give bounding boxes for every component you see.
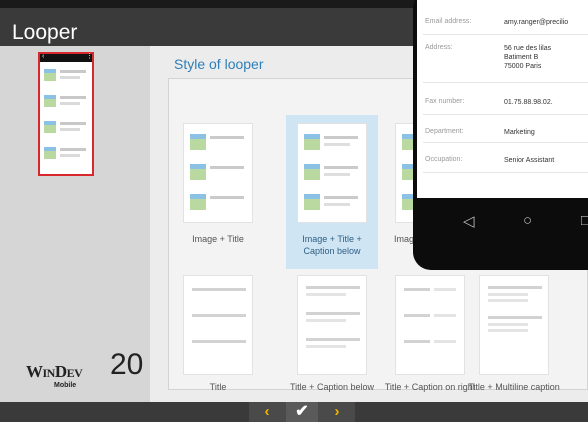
style-option-title-multiline-caption[interactable] [479, 275, 549, 375]
phone-mockup: Email address: amy.ranger@precilio Addre… [413, 0, 588, 270]
preview-row [44, 66, 88, 88]
preview-row [44, 92, 88, 114]
image-placeholder-icon [44, 147, 56, 159]
style-option-image-title[interactable] [183, 123, 253, 223]
style-label: Title + Multiline caption [468, 382, 560, 392]
wizard-navigation: ‹ ✔ › [249, 402, 355, 422]
style-option-title[interactable] [183, 275, 253, 375]
field-label: Department: [425, 128, 464, 135]
image-placeholder-icon [304, 194, 320, 210]
preview-panel: ‹ ⋮ WinDev 20 Mobile [0, 46, 150, 402]
style-option-title-caption-below[interactable] [297, 275, 367, 375]
style-label: Title + Caption below [290, 382, 374, 392]
back-icon[interactable]: ◁ [463, 212, 475, 230]
image-placeholder-icon [304, 134, 320, 150]
style-label-selected: Image + Title + Caption below [302, 234, 362, 256]
field-label: Occupation: [425, 156, 463, 163]
style-option-title-caption-right[interactable] [395, 275, 465, 375]
image-placeholder-icon [190, 134, 206, 150]
checkmark-icon[interactable]: ✔ [286, 402, 318, 422]
style-label: Image + Title [192, 234, 244, 244]
field-label: Address: [425, 44, 453, 51]
logo-edition: Mobile [54, 382, 77, 389]
image-placeholder-icon [44, 69, 56, 81]
home-icon[interactable]: ○ [523, 212, 532, 229]
preview-row [44, 118, 88, 140]
logo-version: 20 [110, 348, 144, 381]
style-label: Title [209, 382, 227, 392]
recent-apps-icon[interactable]: □ [581, 212, 588, 229]
preview-row [44, 144, 88, 166]
looper-wizard-window: Looper ‹ ⋮ WinDev 20 Mobile Style of loo… [0, 0, 588, 422]
chevron-right-icon[interactable]: › [322, 402, 352, 422]
style-option-image-title-caption-below[interactable] [297, 123, 367, 223]
field-value: Senior Assistant [504, 157, 555, 164]
field-value: Marketing [504, 129, 535, 136]
field-value: 01.75.88.98.02. [504, 99, 553, 106]
field-label: Email address: [425, 18, 472, 25]
section-title: Style of looper [174, 56, 264, 72]
chevron-left-icon[interactable]: ‹ [252, 402, 282, 422]
image-placeholder-icon [190, 194, 206, 210]
image-placeholder-icon [44, 95, 56, 107]
image-placeholder-icon [44, 121, 56, 133]
looper-preview-thumbnail: ‹ ⋮ [38, 52, 94, 176]
phone-screen: Email address: amy.ranger@precilio Addre… [417, 0, 588, 198]
image-placeholder-icon [304, 164, 320, 180]
style-label: Title + Caption on right [384, 382, 476, 392]
field-value: amy.ranger@precilio [504, 19, 569, 26]
field-value: 56 rue des lilas Batiment B 75000 Paris [504, 45, 552, 70]
preview-menu-icon: ⋮ [86, 53, 93, 60]
field-label: Fax number: [425, 98, 465, 105]
phone-nav-bar: ◁ ○ □ [417, 202, 588, 242]
window-title: Looper [12, 21, 78, 44]
preview-status-bar: ‹ ⋮ [40, 53, 93, 62]
preview-back-icon: ‹ [42, 53, 45, 60]
logo-brand: WinDev [26, 362, 83, 381]
windev-mobile-logo: WinDev 20 Mobile [26, 348, 143, 389]
image-placeholder-icon [190, 164, 206, 180]
